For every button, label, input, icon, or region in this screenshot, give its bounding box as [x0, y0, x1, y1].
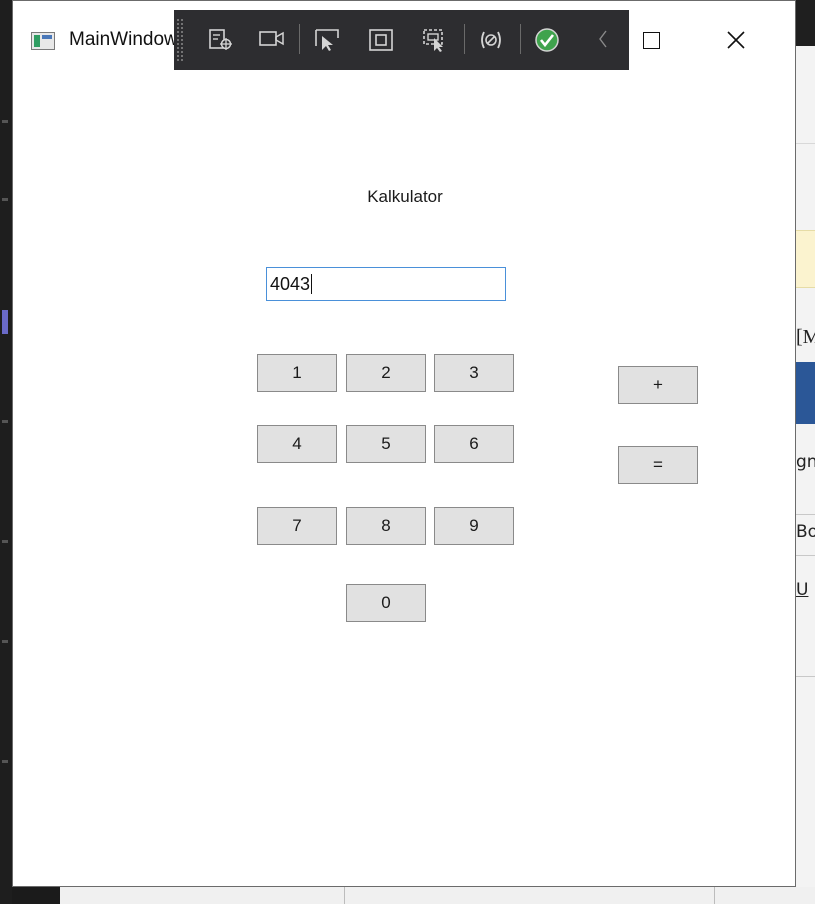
- digit-4-button[interactable]: 4: [257, 425, 337, 463]
- background-app-window: [M gn Boc U: [796, 0, 815, 904]
- calculator-display-input[interactable]: 4043: [266, 267, 506, 301]
- binding-check-icon: [535, 28, 559, 52]
- bg-mark: [2, 540, 8, 543]
- bg-mark: [2, 198, 8, 201]
- digit-9-button[interactable]: 9: [434, 507, 514, 545]
- bg-app-blue-panel: [796, 362, 815, 424]
- bg-divider: [714, 887, 715, 904]
- bg-app-text: U: [796, 580, 809, 600]
- bg-app-divider: [796, 143, 815, 144]
- bg-app-divider: [796, 676, 815, 677]
- digit-3-button[interactable]: 3: [434, 354, 514, 392]
- hot-reload-icon: [481, 31, 501, 49]
- digit-7-button[interactable]: 7: [257, 507, 337, 545]
- window-title: MainWindow: [69, 29, 178, 50]
- maximize-button[interactable]: [633, 23, 683, 61]
- toolbar-separator: [299, 24, 300, 54]
- text-caret: [311, 274, 313, 294]
- main-window: MainWindow Kalkulator 4043 1 2 3 4 5 6 7…: [12, 0, 796, 887]
- record-icon: [259, 31, 284, 46]
- toolbar-grip-handle[interactable]: [176, 18, 184, 62]
- bg-app-text: Boc: [796, 522, 815, 542]
- digit-2-button[interactable]: 2: [346, 354, 426, 392]
- record-button[interactable]: [254, 20, 290, 60]
- display-value: 4043: [270, 274, 311, 294]
- digit-0-button[interactable]: 0: [346, 584, 426, 622]
- bg-mark: [2, 760, 8, 763]
- bg-app-text: gn: [796, 452, 815, 472]
- select-element-icon: [209, 29, 232, 50]
- toolbar-separator: [520, 24, 521, 54]
- bg-mark: [2, 120, 8, 123]
- digit-6-button[interactable]: 6: [434, 425, 514, 463]
- bg-divider: [344, 887, 345, 904]
- binding-check-button[interactable]: [530, 20, 566, 60]
- digit-5-button[interactable]: 5: [346, 425, 426, 463]
- track-focus-button[interactable]: [418, 20, 454, 60]
- close-icon: [727, 31, 745, 49]
- maximize-icon: [643, 32, 660, 49]
- digit-1-button[interactable]: 1: [257, 354, 337, 392]
- bg-mark: [2, 640, 8, 643]
- hot-reload-button[interactable]: [474, 20, 510, 60]
- display-adorners-button[interactable]: [364, 20, 400, 60]
- plus-button[interactable]: +: [618, 366, 698, 404]
- calculator-heading: Kalkulator: [367, 187, 443, 206]
- collapse-toolbar-button[interactable]: [592, 20, 616, 60]
- app-window-icon: [31, 32, 55, 50]
- track-focus-icon: [423, 29, 443, 52]
- bg-app-text: [M: [796, 326, 815, 348]
- bg-app-titlebar: [796, 0, 815, 46]
- display-layout-adorners-icon: [369, 29, 393, 51]
- digit-8-button[interactable]: 8: [346, 507, 426, 545]
- background-left-edge: [0, 0, 12, 904]
- equals-button[interactable]: =: [618, 446, 698, 484]
- toolbar-separator: [464, 24, 465, 54]
- select-pointer-button[interactable]: [310, 20, 346, 60]
- bg-app-notification-bar: [796, 230, 815, 288]
- background-taskbar-strip: [60, 887, 815, 904]
- bg-mark: [2, 420, 8, 423]
- collapse-chevron-icon: [599, 30, 607, 48]
- bg-mark: [2, 310, 8, 334]
- close-button[interactable]: [713, 23, 773, 61]
- debug-toolbar: [174, 10, 629, 70]
- select-pointer-icon: [315, 29, 339, 51]
- select-element-button[interactable]: [204, 20, 240, 60]
